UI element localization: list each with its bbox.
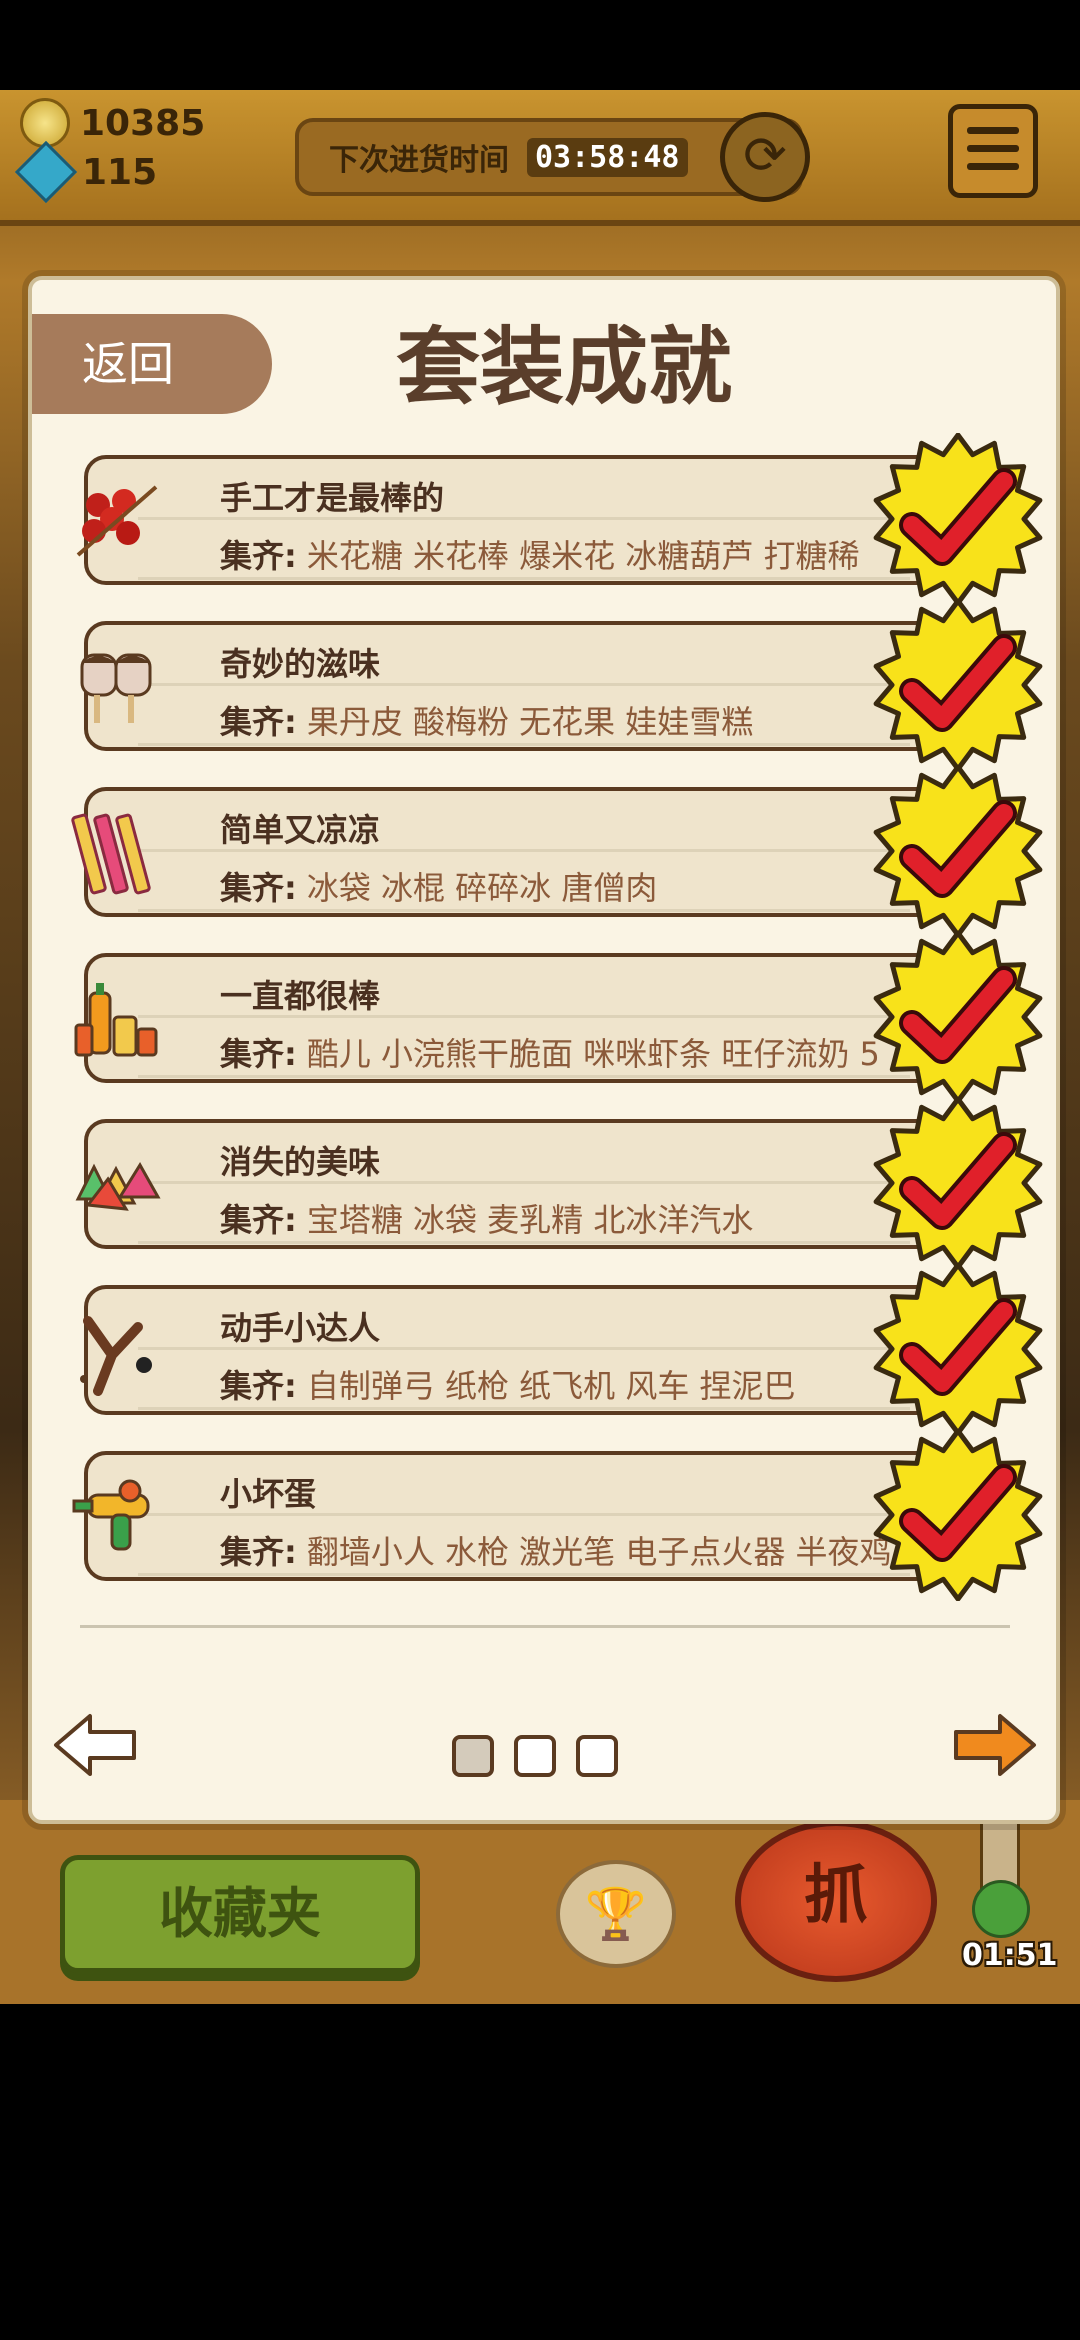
set-items-list: 翻墙小人 水枪 激光笔 电子点火器 半夜鸡	[306, 1533, 892, 1571]
ice-sticks-icon	[71, 813, 151, 895]
favorites-button[interactable]: 收藏夹	[60, 1855, 420, 1973]
set-items-list: 冰袋 冰棍 碎碎冰 唐僧肉	[306, 869, 658, 907]
collect-label: 集齐:	[220, 1533, 297, 1571]
set-items: 集齐: 自制弹弓 纸枪 纸飞机 风车 捏泥巴	[220, 1361, 960, 1407]
modal-title: 套装成就	[395, 318, 732, 416]
page-dot-3[interactable]	[576, 1735, 618, 1777]
page-indicator	[452, 1735, 618, 1777]
row-guide-line	[138, 909, 910, 912]
restock-label: 下次进货时间	[329, 143, 509, 178]
row-guide-line	[138, 1075, 910, 1078]
set-items: 集齐: 冰袋 冰棍 碎碎冰 唐僧肉	[220, 863, 960, 909]
set-name: 消失的美味	[220, 1143, 381, 1181]
restock-time: 03:58:48	[527, 137, 688, 177]
set-items: 集齐: 果丹皮 酸梅粉 无花果 娃娃雪糕	[220, 697, 960, 743]
completed-check-badge-icon	[873, 931, 1043, 1103]
set-items-list: 米花糖 米花棒 爆米花 冰糖葫芦 打糖稀	[306, 537, 860, 575]
set-items: 集齐: 翻墙小人 水枪 激光笔 电子点火器 半夜鸡	[220, 1527, 960, 1573]
set-name: 小坏蛋	[220, 1475, 317, 1513]
completed-check-badge-icon	[873, 433, 1043, 605]
set-items: 集齐: 宝塔糖 冰袋 麦乳精 北冰洋汽水	[220, 1195, 960, 1241]
slingshot-icon	[80, 1316, 152, 1396]
collect-label: 集齐:	[220, 1035, 297, 1073]
coin-counter: 10385	[20, 98, 205, 148]
prev-page-arrow-icon[interactable]	[50, 1710, 140, 1780]
next-page-arrow-icon[interactable]	[950, 1710, 1040, 1780]
completed-check-badge-icon	[873, 1097, 1043, 1269]
refresh-icon[interactable]: ⟳	[720, 112, 810, 202]
collect-label: 集齐:	[220, 537, 297, 575]
collect-label: 集齐:	[220, 703, 297, 741]
set-items-list: 酷儿 小浣熊干脆面 咪咪虾条 旺仔流奶 5	[306, 1035, 880, 1073]
set-name: 一直都很棒	[220, 977, 381, 1015]
grab-button[interactable]: 抓	[735, 1820, 937, 1982]
row-guide-line	[138, 1407, 910, 1410]
set-items-list: 自制弹弓 纸枪 纸飞机 风车 捏泥巴	[306, 1367, 796, 1405]
thermometer-bulb	[972, 1880, 1030, 1938]
row-guide-line	[138, 1573, 910, 1576]
menu-button[interactable]	[948, 104, 1038, 198]
completed-check-badge-icon	[873, 1263, 1043, 1435]
achievement-set-row[interactable]: 一直都很棒集齐: 酷儿 小浣熊干脆面 咪咪虾条 旺仔流奶 5	[74, 953, 954, 1083]
grab-countdown: 01:51	[962, 1938, 1058, 1973]
completed-check-badge-icon	[873, 599, 1043, 771]
row-guide-line	[138, 1241, 910, 1244]
page-dot-2[interactable]	[514, 1735, 556, 1777]
gem-value: 115	[82, 151, 158, 193]
set-items-list: 果丹皮 酸梅粉 无花果 娃娃雪糕	[306, 703, 754, 741]
candied-haws-icon	[76, 485, 158, 557]
set-name: 奇妙的滋味	[220, 645, 381, 683]
coin-value: 10385	[80, 102, 206, 144]
set-name: 手工才是最棒的	[220, 479, 445, 517]
set-items: 集齐: 酷儿 小浣熊干脆面 咪咪虾条 旺仔流奶 5	[220, 1029, 960, 1075]
collect-label: 集齐:	[220, 1201, 297, 1239]
row-guide-line	[138, 577, 910, 580]
achievement-set-row[interactable]: 奇妙的滋味集齐: 果丹皮 酸梅粉 无花果 娃娃雪糕	[80, 621, 954, 751]
set-items-list: 宝塔糖 冰袋 麦乳精 北冰洋汽水	[306, 1201, 754, 1239]
achievement-set-row[interactable]: 简单又凉凉集齐: 冰袋 冰棍 碎碎冰 唐僧肉	[71, 787, 954, 917]
set-name: 简单又凉凉	[220, 811, 381, 849]
completed-check-badge-icon	[873, 765, 1043, 937]
collect-label: 集齐:	[220, 1367, 297, 1405]
list-divider	[80, 1625, 1010, 1628]
completed-check-badge-icon	[873, 1429, 1043, 1601]
collect-label: 集齐:	[220, 869, 297, 907]
water-gun-icon	[72, 1479, 150, 1551]
page-dot-1[interactable]	[452, 1735, 494, 1777]
achievement-set-row[interactable]: 手工才是最棒的 集齐: 米花糖 米花棒 爆米花 冰糖葫芦 打糖稀	[76, 455, 954, 585]
achievement-set-row[interactable]: 小坏蛋集齐: 翻墙小人 水枪 激光笔 电子点火器 半夜鸡	[72, 1451, 954, 1581]
gem-counter: 115	[14, 140, 158, 204]
drinks-icon	[74, 983, 158, 1057]
gem-icon	[14, 140, 78, 204]
row-guide-line	[138, 743, 910, 746]
doll-ice-cream-icon	[80, 653, 152, 723]
set-achievements-modal: 返回 套装成就 手工才是最棒的 集齐: 米花糖 米花棒 爆米花 冰糖葫芦 打糖稀 奇妙…	[28, 276, 1060, 1824]
set-name: 动手小达人	[220, 1309, 381, 1347]
achievement-set-row[interactable]: 消失的美味集齐: 宝塔糖 冰袋 麦乳精 北冰洋汽水	[75, 1119, 954, 1249]
pagoda-candy-icon	[75, 1162, 161, 1211]
achievement-set-row[interactable]: 动手小达人集齐: 自制弹弓 纸枪 纸飞机 风车 捏泥巴	[80, 1285, 954, 1415]
set-items: 集齐: 米花糖 米花棒 爆米花 冰糖葫芦 打糖稀	[220, 531, 960, 577]
trophy-icon[interactable]: 🏆	[556, 1860, 676, 1968]
